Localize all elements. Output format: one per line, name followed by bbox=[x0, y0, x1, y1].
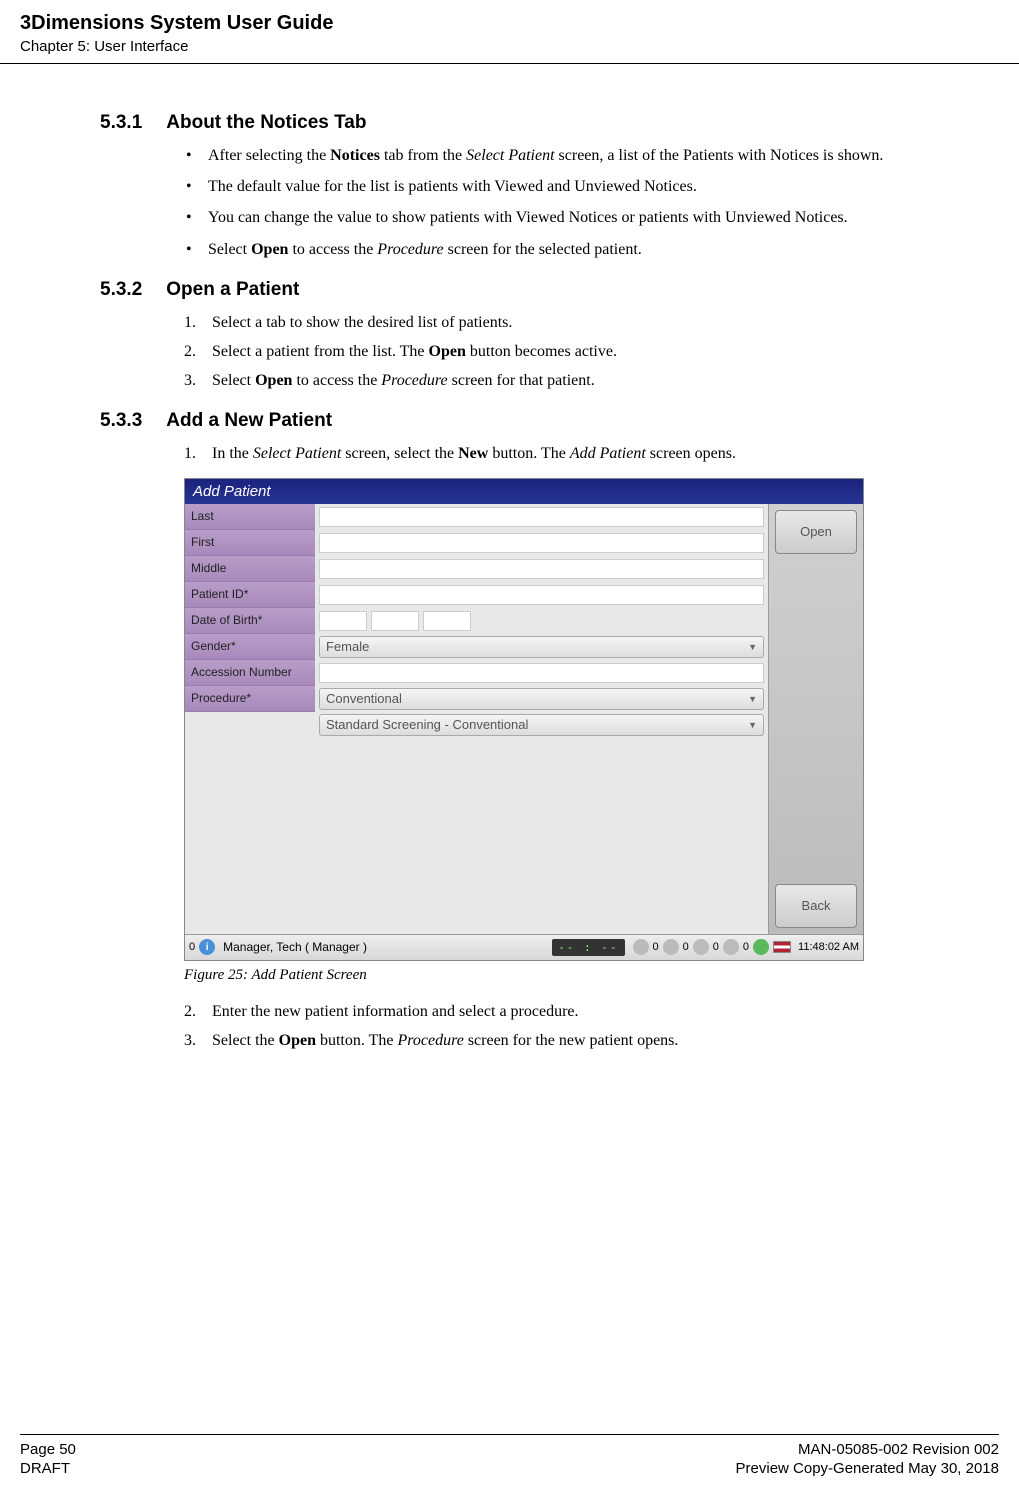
select-procedure-sub[interactable]: Standard Screening - Conventional▼ bbox=[319, 714, 764, 736]
add-patient-screenshot: Add Patient Last First Middle Patient ID… bbox=[184, 478, 864, 961]
chevron-down-icon: ▼ bbox=[748, 642, 757, 652]
flag-icon bbox=[773, 941, 791, 953]
input-last[interactable] bbox=[319, 507, 764, 527]
bullet-item: Select Open to access the Procedure scre… bbox=[184, 238, 959, 261]
figure-caption: Figure 25: Add Patient Screen bbox=[184, 967, 959, 984]
page-footer: Page 50 DRAFT MAN-05085-002 Revision 002… bbox=[20, 1434, 999, 1477]
section-heading-531: 5.3.1 About the Notices Tab bbox=[100, 112, 959, 134]
section-title: About the Notices Tab bbox=[166, 112, 366, 134]
doc-title: 3Dimensions System User Guide bbox=[20, 12, 999, 35]
status-icon bbox=[693, 939, 709, 955]
chevron-down-icon: ▼ bbox=[748, 720, 757, 730]
window-title: Add Patient bbox=[185, 479, 863, 504]
page-header: 3Dimensions System User Guide Chapter 5:… bbox=[0, 0, 1019, 64]
label-procedure: Procedure* bbox=[185, 686, 315, 712]
bullet-item: The default value for the list is patien… bbox=[184, 175, 959, 198]
chevron-down-icon: ▼ bbox=[748, 694, 757, 704]
status-bar: 0 i Manager, Tech ( Manager ) -- : -- 0 … bbox=[185, 934, 863, 960]
input-dob-3[interactable] bbox=[423, 611, 471, 631]
status-icon bbox=[633, 939, 649, 955]
select-procedure[interactable]: Conventional▼ bbox=[319, 688, 764, 710]
section-title: Add a New Patient bbox=[166, 410, 332, 432]
draft-label: DRAFT bbox=[20, 1460, 76, 1477]
form-filler bbox=[185, 738, 768, 934]
input-first[interactable] bbox=[319, 533, 764, 553]
label-last: Last bbox=[185, 504, 315, 530]
status-icon bbox=[663, 939, 679, 955]
section-body-533b: 2.Enter the new patient information and … bbox=[184, 1000, 959, 1052]
page-content: 5.3.1 About the Notices Tab After select… bbox=[0, 64, 1019, 1052]
step-item: 2.Enter the new patient information and … bbox=[184, 1000, 959, 1023]
status-time: 11:48:02 AM bbox=[798, 941, 859, 953]
section-body-532: 1.Select a tab to show the desired list … bbox=[184, 311, 959, 393]
input-accession[interactable] bbox=[319, 663, 764, 683]
label-first: First bbox=[185, 530, 315, 556]
status-user: Manager, Tech ( Manager ) bbox=[223, 940, 367, 954]
input-patient-id[interactable] bbox=[319, 585, 764, 605]
section-body-533: 1.In the Select Patient screen, select t… bbox=[184, 442, 959, 465]
section-num: 5.3.3 bbox=[100, 410, 142, 432]
chapter-title: Chapter 5: User Interface bbox=[20, 38, 999, 55]
section-body-531: After selecting the Notices tab from the… bbox=[184, 144, 959, 261]
page-number: Page 50 bbox=[20, 1441, 76, 1458]
section-num: 5.3.2 bbox=[100, 279, 142, 301]
step-item: 1.In the Select Patient screen, select t… bbox=[184, 442, 959, 465]
back-button[interactable]: Back bbox=[775, 884, 857, 928]
step-item: 3.Select Open to access the Procedure sc… bbox=[184, 369, 959, 392]
label-middle: Middle bbox=[185, 556, 315, 582]
sidebar-buttons: Open Back bbox=[768, 504, 863, 934]
label-dob: Date of Birth* bbox=[185, 608, 315, 634]
step-item: 2.Select a patient from the list. The Op… bbox=[184, 340, 959, 363]
section-num: 5.3.1 bbox=[100, 112, 142, 134]
section-title: Open a Patient bbox=[166, 279, 299, 301]
input-dob-1[interactable] bbox=[319, 611, 367, 631]
section-heading-533: 5.3.3 Add a New Patient bbox=[100, 410, 959, 432]
input-middle[interactable] bbox=[319, 559, 764, 579]
info-icon[interactable]: i bbox=[199, 939, 215, 955]
status-icon bbox=[723, 939, 739, 955]
status-ok-icon bbox=[753, 939, 769, 955]
status-lcd: -- : -- bbox=[552, 939, 624, 956]
bullet-item: You can change the value to show patient… bbox=[184, 206, 959, 229]
generated-date: Preview Copy-Generated May 30, 2018 bbox=[736, 1460, 999, 1477]
label-accession: Accession Number bbox=[185, 660, 315, 686]
step-item: 3.Select the Open button. The Procedure … bbox=[184, 1029, 959, 1052]
bullet-item: After selecting the Notices tab from the… bbox=[184, 144, 959, 167]
step-item: 1.Select a tab to show the desired list … bbox=[184, 311, 959, 334]
input-dob-2[interactable] bbox=[371, 611, 419, 631]
label-patient-id: Patient ID* bbox=[185, 582, 315, 608]
select-gender[interactable]: Female▼ bbox=[319, 636, 764, 658]
open-button[interactable]: Open bbox=[775, 510, 857, 554]
section-heading-532: 5.3.2 Open a Patient bbox=[100, 279, 959, 301]
form-area: Last First Middle Patient ID* Date of Bi… bbox=[185, 504, 768, 934]
label-gender: Gender* bbox=[185, 634, 315, 660]
revision: MAN-05085-002 Revision 002 bbox=[736, 1441, 999, 1458]
